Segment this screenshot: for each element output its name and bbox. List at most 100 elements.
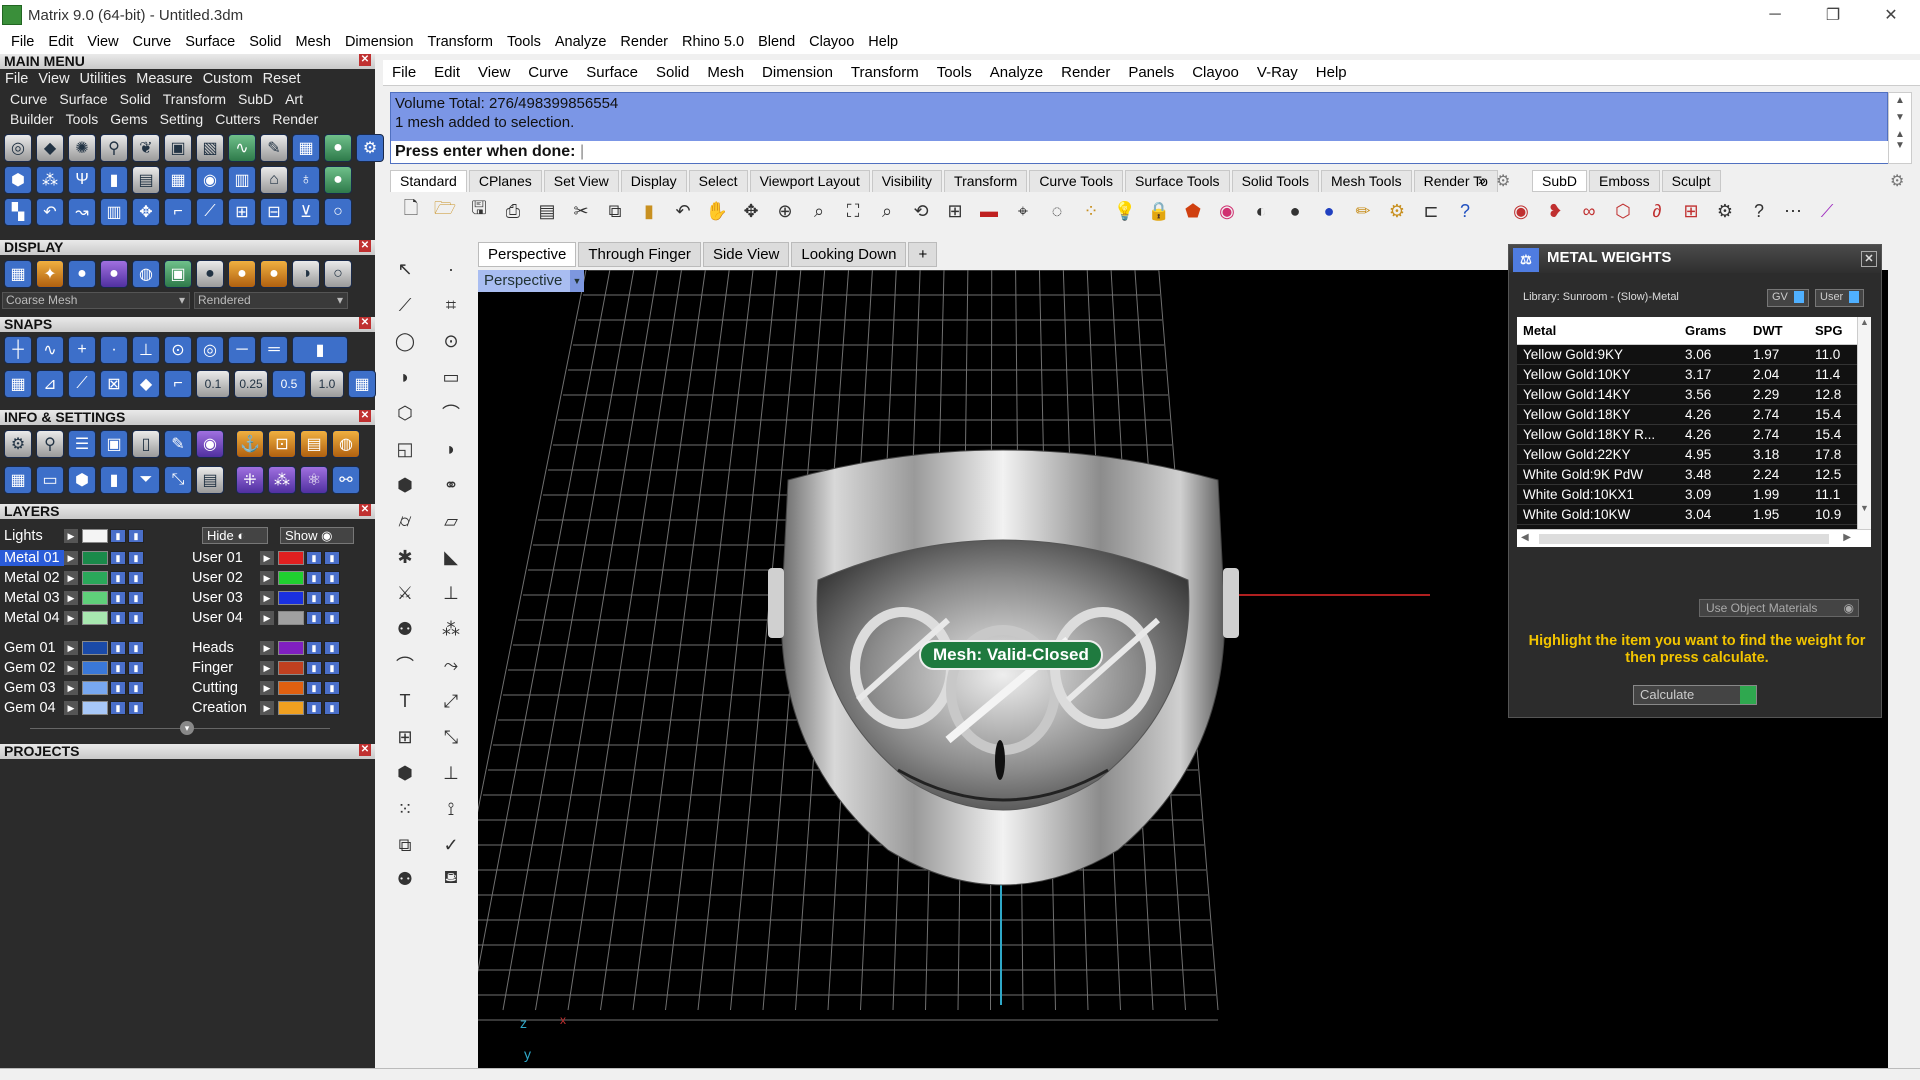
subd-more-icon[interactable]: ⋯	[1778, 196, 1808, 226]
maximize-button[interactable]: ❐	[1804, 0, 1862, 30]
main-menu-link[interactable]: Render	[262, 111, 320, 127]
menu-item[interactable]: Tools	[500, 34, 548, 50]
ellipse-icon[interactable]: ⊙	[436, 326, 466, 356]
polyline-icon[interactable]: ⟋	[390, 290, 420, 320]
rhino-menu-item[interactable]: Edit	[425, 64, 469, 81]
layer-color-swatch[interactable]	[82, 611, 108, 625]
menu-item[interactable]: Mesh	[288, 34, 337, 50]
table-icon[interactable]: ▤	[196, 466, 224, 494]
layout-icon[interactable]: ▚	[4, 198, 32, 226]
atom-icon[interactable]: ⚛	[300, 466, 328, 494]
ruler-icon[interactable]: ⊟	[260, 198, 288, 226]
rhino-menu-item[interactable]: Analyze	[981, 64, 1052, 81]
settings-icon[interactable]: ⚙	[4, 430, 32, 458]
table-row[interactable]: Yellow Gold:22KY 4.95 3.18 17.8	[1517, 445, 1871, 465]
close-icon[interactable]: ✕	[359, 54, 371, 66]
expand-arrow-icon[interactable]: ▶	[260, 681, 274, 695]
layer-color-swatch[interactable]	[82, 641, 108, 655]
snap-curve-icon[interactable]: ∿	[36, 336, 64, 364]
layer-color-swatch[interactable]	[278, 591, 304, 605]
molecule-icon[interactable]: ⁂	[268, 466, 296, 494]
pencil-icon[interactable]: ✏	[1348, 196, 1378, 226]
lock-icon[interactable]: 🔒	[1144, 196, 1174, 226]
rhino-menu-item[interactable]: Transform	[842, 64, 928, 81]
sphere-icon[interactable]: ●	[324, 134, 352, 162]
bucket-icon[interactable]: ⛾	[436, 864, 466, 894]
table-row[interactable]: Yellow Gold:9KY 3.06 1.97 11.0	[1517, 345, 1871, 365]
column-icon[interactable]: ▮	[100, 466, 128, 494]
ghost-icon[interactable]: ●	[100, 260, 128, 288]
rhino-menu-item[interactable]: Render	[1052, 64, 1119, 81]
rhino-menu-item[interactable]: Clayoo	[1183, 64, 1248, 81]
close-icon[interactable]: ✕	[359, 504, 371, 516]
expand-arrow-icon[interactable]: ▶	[64, 701, 78, 715]
menu-item[interactable]: Edit	[41, 34, 80, 50]
toolbar-tab[interactable]: Solid Tools	[1231, 170, 1320, 192]
history-icon[interactable]: ◉	[196, 430, 224, 458]
orient-icon[interactable]: ⤡	[436, 722, 466, 752]
lock-icon[interactable]: ▮	[110, 701, 126, 715]
arc-icon[interactable]: ◗	[390, 362, 420, 392]
table-row[interactable]: Yellow Gold:10KY 3.17 2.04 11.4	[1517, 365, 1871, 385]
menu-item[interactable]: Render	[613, 34, 675, 50]
column-header[interactable]: DWT	[1747, 323, 1809, 338]
gear-icon[interactable]: ⚙	[1496, 171, 1510, 191]
copy-object-icon[interactable]: ⧉	[390, 830, 420, 860]
visibility-icon[interactable]: ▮	[324, 681, 340, 695]
panel-icon[interactable]: ▤	[132, 166, 160, 194]
layer-row[interactable]: Gem 02 ▶ ▮ ▮	[0, 659, 144, 677]
menu-item[interactable]: Surface	[178, 34, 242, 50]
fan-icon[interactable]: ⟋	[196, 198, 224, 226]
toolbar-tab[interactable]: Visibility	[871, 170, 943, 192]
expand-arrow-icon[interactable]: ▶	[260, 701, 274, 715]
rhino-menu-item[interactable]: Panels	[1119, 64, 1183, 81]
shaded-icon[interactable]: ✦	[36, 260, 64, 288]
main-menu-link[interactable]: Reset	[258, 71, 306, 87]
osnap-icon[interactable]: ⊠	[100, 370, 128, 398]
gem-icon[interactable]: ◆	[36, 134, 64, 162]
cut-icon[interactable]: ✂	[566, 196, 596, 226]
boolean-icon[interactable]: ⚭	[436, 470, 466, 500]
page-icon[interactable]: ▯	[132, 430, 160, 458]
gv-toggle[interactable]: GV	[1767, 289, 1809, 307]
layer-row[interactable]: Gem 04 ▶ ▮ ▮	[0, 699, 144, 717]
polygon-icon[interactable]: ⬡	[390, 398, 420, 428]
chevron-down-icon[interactable]: ▼	[570, 270, 584, 292]
gear-icon[interactable]: ⚙	[1890, 171, 1904, 191]
metal-table-vscroll[interactable]: ▲ ▼	[1857, 317, 1871, 529]
visibility-icon[interactable]: ▮	[128, 571, 144, 585]
lock-icon[interactable]: ▮	[110, 591, 126, 605]
brush-icon[interactable]: ✎	[260, 134, 288, 162]
box-icon[interactable]: ⬢	[390, 470, 420, 500]
select-arrow-icon[interactable]: ↖	[390, 254, 420, 284]
visibility-icon[interactable]: ▮	[324, 641, 340, 655]
rhino-menu-item[interactable]: Surface	[577, 64, 647, 81]
visibility-icon[interactable]: ▮	[324, 551, 340, 565]
layer-row[interactable]: Gem 03 ▶ ▮ ▮	[0, 679, 144, 697]
named-view-icon[interactable]: ⌖	[1008, 196, 1038, 226]
visibility-icon[interactable]: ▮	[128, 661, 144, 675]
snap-value-10[interactable]: 1.0	[310, 370, 344, 398]
column-header[interactable]: Grams	[1677, 323, 1747, 338]
snap-near-icon[interactable]: ═	[260, 336, 288, 364]
bars-icon[interactable]: ▥	[100, 198, 128, 226]
main-menu-link[interactable]: Utilities	[75, 71, 132, 87]
chrome-sphere-icon[interactable]: ●	[196, 260, 224, 288]
snap-value-01[interactable]: 0.1	[196, 370, 230, 398]
car-icon[interactable]: ▬	[974, 196, 1004, 226]
subd-brush-icon[interactable]: ⟋	[1812, 196, 1842, 226]
toolbar-tab[interactable]: Surface Tools	[1124, 170, 1230, 192]
expand-arrow-icon[interactable]: ▶	[260, 571, 274, 585]
snap-toggle-icon[interactable]: ▮	[292, 336, 348, 364]
edit-icon[interactable]: ✎	[164, 430, 192, 458]
check-icon[interactable]: ✓	[436, 830, 466, 860]
expand-arrow-icon[interactable]: ▶	[64, 681, 78, 695]
split-icon[interactable]: ◣	[436, 542, 466, 572]
lock-icon[interactable]: ▮	[110, 551, 126, 565]
metal-table-hscroll[interactable]: ◀ ▶	[1517, 529, 1871, 547]
rhino-menu-item[interactable]: Curve	[519, 64, 577, 81]
menu-item[interactable]: Blend	[751, 34, 802, 50]
expand-arrow-icon[interactable]: ▶	[64, 571, 78, 585]
corner-icon[interactable]: ⌐	[164, 198, 192, 226]
cluster-icon[interactable]: ⁂	[36, 166, 64, 194]
